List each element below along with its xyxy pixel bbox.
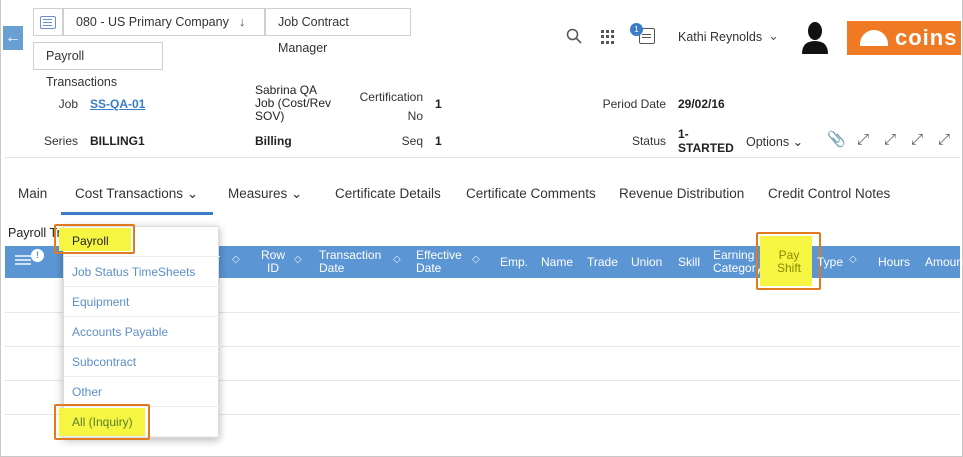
expand-icon[interactable]: ⤢ (881, 131, 899, 149)
menu-list-button[interactable] (33, 8, 63, 36)
breadcrumb-company-label: 080 - US Primary Company (76, 15, 229, 29)
tab-main[interactable]: Main (18, 186, 47, 201)
breadcrumb-company[interactable]: 080 - US Primary Company ↓ (63, 8, 265, 36)
arrow-down-icon: ↓ (238, 14, 246, 29)
list-icon (40, 16, 56, 30)
chevron-down-icon[interactable]: ⌄ (768, 28, 779, 44)
annotation-box-pay-shift (756, 232, 821, 290)
menu-item-job-status-timesheets[interactable]: Job Status TimeSheets (64, 257, 220, 287)
certification-value: 1 (435, 97, 442, 111)
period-date-value: 29/02/16 (678, 97, 725, 111)
chevron-down-icon: ⌄ (186, 186, 199, 201)
sort-icon[interactable]: ◇ (294, 254, 302, 265)
breadcrumb-module-label: Job Contract Manager (278, 15, 349, 55)
job-description: Sabrina QA Job (Cost/Rev SOV) (255, 83, 332, 123)
col-skill[interactable]: Skill (678, 256, 700, 269)
menu-item-accounts-payable[interactable]: Accounts Payable (64, 317, 220, 347)
app-frame: ← 080 - US Primary Company ↓ Job Contract… (0, 0, 963, 457)
col-trade[interactable]: Trade (587, 256, 618, 269)
sort-icon[interactable]: ◇ (232, 254, 240, 265)
tab-certificate-comments[interactable]: Certificate Comments (466, 186, 596, 201)
apps-grid-icon[interactable] (601, 30, 615, 44)
col-type[interactable]: Type (817, 256, 843, 269)
status-value: 1- STARTED (678, 127, 734, 155)
logo-mark-icon (860, 30, 888, 46)
col-earning-category[interactable]: Earning Category (713, 249, 762, 275)
coins-logo: coins (847, 21, 961, 55)
avatar-icon[interactable] (800, 20, 830, 54)
period-date-label: Period Date (602, 97, 666, 111)
col-amount[interactable]: Amoun (925, 256, 963, 269)
paperclip-icon[interactable]: 📎 (827, 131, 846, 149)
seq-label: Seq (401, 134, 423, 148)
breadcrumb-page[interactable]: Payroll Transactions (33, 42, 163, 89)
col-transaction-date[interactable]: Transaction Date (319, 249, 381, 275)
col-row-id[interactable]: Row ID (256, 249, 290, 275)
expand-icon[interactable]: ⤢ (908, 131, 926, 149)
tab-revenue-distribution[interactable]: Revenue Distribution (619, 186, 744, 201)
expand-icon[interactable]: ⤢ (935, 131, 953, 149)
seq-value: 1 (435, 134, 442, 148)
col-effective-date[interactable]: Effective Date (416, 249, 462, 275)
back-arrow-icon[interactable]: ← (3, 26, 23, 50)
col-name[interactable]: Name (541, 256, 573, 269)
search-icon[interactable] (566, 28, 582, 44)
active-tab-indicator (61, 212, 213, 215)
options-label: Options (746, 135, 790, 149)
annotation-box-payroll (54, 224, 135, 254)
col-hours[interactable]: Hours (878, 256, 910, 269)
job-label: Job (58, 97, 78, 111)
menu-item-other[interactable]: Other (64, 377, 220, 407)
series-description: Billing (255, 134, 292, 148)
options-dropdown[interactable]: Options ⌄ (746, 134, 803, 149)
tab-cost-transactions[interactable]: Cost Transactions ⌄ (75, 186, 198, 202)
chevron-down-icon: ⌄ (792, 135, 804, 149)
col-union[interactable]: Union (631, 256, 662, 269)
sort-icon[interactable]: ◇ (472, 254, 480, 265)
breadcrumb-module[interactable]: Job Contract Manager (265, 8, 411, 55)
breadcrumb-page-label: Payroll Transactions (46, 49, 118, 89)
tab-measures[interactable]: Measures ⌄ (228, 186, 302, 202)
status-label: Status (631, 134, 666, 148)
series-label: Series (43, 134, 78, 148)
tab-credit-control-notes[interactable]: Credit Control Notes (768, 186, 890, 201)
logo-text: coins (895, 25, 958, 50)
annotation-box-all-inquiry (54, 404, 150, 440)
divider (5, 157, 960, 158)
sort-icon[interactable]: ◇ (849, 254, 857, 265)
user-name[interactable]: Kathi Reynolds (678, 30, 762, 44)
chevron-down-icon: ⌄ (291, 186, 303, 201)
column-badge: ! (31, 249, 44, 262)
col-emp[interactable]: Emp. (500, 256, 528, 269)
job-link[interactable]: SS-QA-01 (90, 97, 145, 111)
notification-badge: 1 (630, 23, 643, 36)
series-value: BILLING1 (90, 134, 145, 148)
tab-certificate-details[interactable]: Certificate Details (335, 186, 441, 201)
sort-icon[interactable]: ◇ (393, 254, 401, 265)
menu-item-equipment[interactable]: Equipment (64, 287, 220, 317)
certification-label: Certification No (359, 90, 423, 123)
menu-item-subcontract[interactable]: Subcontract (64, 347, 220, 377)
expand-icon[interactable]: ⤢ (854, 131, 872, 149)
